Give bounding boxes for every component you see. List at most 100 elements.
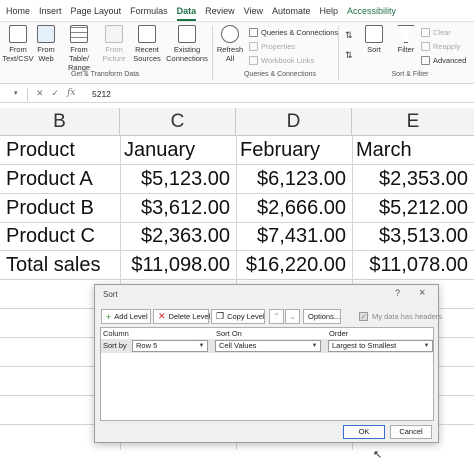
cell-header-product[interactable]: Product: [6, 136, 75, 164]
cell-value[interactable]: $11,078.00: [352, 251, 468, 279]
cell-value[interactable]: $2,363.00: [120, 222, 230, 250]
cell-header-february[interactable]: February: [240, 136, 320, 164]
sort-za-icon: ⇅: [345, 50, 353, 60]
web-icon: [37, 25, 55, 43]
reapply-button[interactable]: Reapply: [421, 42, 461, 51]
advanced-icon: [421, 56, 430, 65]
refresh-icon: [221, 25, 239, 43]
tab-help[interactable]: Help: [320, 0, 339, 22]
ok-button[interactable]: OK: [343, 425, 385, 439]
from-text-csv-button[interactable]: From Text/CSV: [2, 25, 34, 63]
cell-product-b[interactable]: Product B: [6, 194, 94, 222]
column-header-c[interactable]: C: [120, 108, 236, 136]
from-picture-button[interactable]: From Picture: [100, 25, 128, 63]
cell-value[interactable]: $3,612.00: [120, 194, 230, 222]
tab-home[interactable]: Home: [6, 0, 30, 22]
chevron-down-icon: ⌄: [289, 312, 296, 321]
recent-sources-icon: [138, 25, 156, 43]
formula-bar: ▾ ✕ ✓ fx 5212: [0, 86, 474, 103]
from-table-range-button[interactable]: From Table/ Range: [60, 25, 98, 72]
reapply-icon: [421, 42, 430, 51]
move-down-button[interactable]: ⌄: [285, 309, 300, 324]
from-web-button[interactable]: From Web: [34, 25, 58, 63]
delete-icon: ✕: [158, 311, 166, 321]
cell-value[interactable]: $2,353.00: [352, 165, 468, 193]
tab-insert[interactable]: Insert: [39, 0, 62, 22]
sort-az-button[interactable]: ⇅: [345, 30, 353, 41]
sort-button[interactable]: Sort: [362, 25, 386, 54]
group-label-get-transform: Get & Transform Data: [70, 71, 140, 78]
tab-accessibility[interactable]: Accessibility: [347, 0, 396, 22]
cell-total-sales[interactable]: Total sales: [6, 251, 101, 279]
tab-review[interactable]: Review: [205, 0, 235, 22]
cell-value[interactable]: $2,666.00: [236, 194, 346, 222]
copy-icon: ❐: [216, 311, 225, 321]
workbook-links-button[interactable]: Workbook Links: [249, 56, 314, 65]
cell-value[interactable]: $16,220.00: [236, 251, 346, 279]
queries-connections-button[interactable]: Queries & Connections: [249, 28, 338, 37]
cell-header-january[interactable]: January: [124, 136, 195, 164]
cell-value[interactable]: $6,123.00: [236, 165, 346, 193]
sort-on-select[interactable]: Cell Values ▼: [215, 340, 321, 352]
column-header-d[interactable]: D: [236, 108, 352, 136]
column-headers: B C D E: [0, 108, 474, 136]
sort-levels-header: Column Sort On Order: [101, 328, 433, 339]
cancel-button[interactable]: Cancel: [390, 425, 432, 439]
cell-value[interactable]: $3,513.00: [352, 222, 468, 250]
sort-level-row[interactable]: Sort by Row 5 ▼ Cell Values ▼ Largest to…: [101, 339, 433, 353]
help-icon[interactable]: ?: [395, 288, 400, 298]
dialog-title: Sort: [103, 290, 118, 299]
chevron-down-icon[interactable]: ▾: [14, 89, 18, 97]
cell-value[interactable]: $5,212.00: [352, 194, 468, 222]
sort-by-label: Sort by: [103, 341, 127, 350]
filter-button[interactable]: Filter: [394, 25, 418, 54]
enter-icon[interactable]: ✓: [52, 88, 60, 99]
links-icon: [249, 56, 258, 65]
grid-line: [0, 279, 474, 280]
existing-connections-button[interactable]: Existing Connections: [166, 25, 208, 63]
ribbon-tabs: Home Insert Page Layout Formulas Data Re…: [0, 0, 474, 22]
advanced-button[interactable]: Advanced: [421, 56, 466, 65]
properties-button[interactable]: Properties: [249, 42, 295, 51]
cell-product-c[interactable]: Product C: [6, 222, 95, 250]
tab-view[interactable]: View: [244, 0, 263, 22]
chevron-down-icon: ▼: [423, 343, 430, 349]
recent-sources-button[interactable]: Recent Sources: [130, 25, 164, 63]
copy-level-button[interactable]: ❐ Copy Level: [211, 309, 265, 324]
refresh-all-button[interactable]: Refresh All: [215, 25, 245, 63]
clear-button[interactable]: Clear: [421, 28, 451, 37]
tab-page-layout[interactable]: Page Layout: [71, 0, 122, 22]
add-level-button[interactable]: + Add Level: [101, 309, 151, 324]
picture-icon: [105, 25, 123, 43]
cell-value[interactable]: $5,123.00: [120, 165, 230, 193]
cell-value[interactable]: $11,098.00: [120, 251, 230, 279]
column-select[interactable]: Row 5 ▼: [132, 340, 208, 352]
sort-icon: [365, 25, 383, 43]
table-icon: [70, 25, 88, 43]
group-label-queries: Queries & Connections: [244, 71, 316, 78]
cancel-icon[interactable]: ✕: [36, 88, 44, 99]
chevron-down-icon: ▼: [198, 343, 205, 349]
chevron-down-icon: ▼: [311, 343, 318, 349]
cell-header-march[interactable]: March: [356, 136, 412, 164]
delete-level-button[interactable]: ✕ Delete Level: [153, 309, 210, 324]
tab-data[interactable]: Data: [176, 0, 196, 22]
formula-actions: ✕ ✓ fx: [36, 88, 76, 99]
plus-icon: +: [106, 311, 112, 322]
options-button[interactable]: Options...: [303, 309, 341, 324]
formula-input[interactable]: 5212: [92, 89, 111, 99]
order-select[interactable]: Largest to Smallest ▼: [328, 340, 433, 352]
cell-value[interactable]: $7,431.00: [236, 222, 346, 250]
tab-automate[interactable]: Automate: [272, 0, 311, 22]
insert-function-icon[interactable]: fx: [67, 88, 75, 99]
column-header-b[interactable]: B: [0, 108, 120, 136]
tab-formulas[interactable]: Formulas: [130, 0, 168, 22]
filter-icon: [397, 25, 415, 43]
has-headers-checkbox[interactable]: ✓ My data has headers: [359, 312, 442, 321]
move-up-button[interactable]: ⌃: [269, 309, 284, 324]
column-header-e[interactable]: E: [352, 108, 474, 136]
sort-za-button[interactable]: ⇅: [345, 50, 353, 61]
close-icon[interactable]: ×: [419, 287, 425, 299]
column-heading: Column: [103, 329, 129, 338]
cell-product-a[interactable]: Product A: [6, 165, 93, 193]
